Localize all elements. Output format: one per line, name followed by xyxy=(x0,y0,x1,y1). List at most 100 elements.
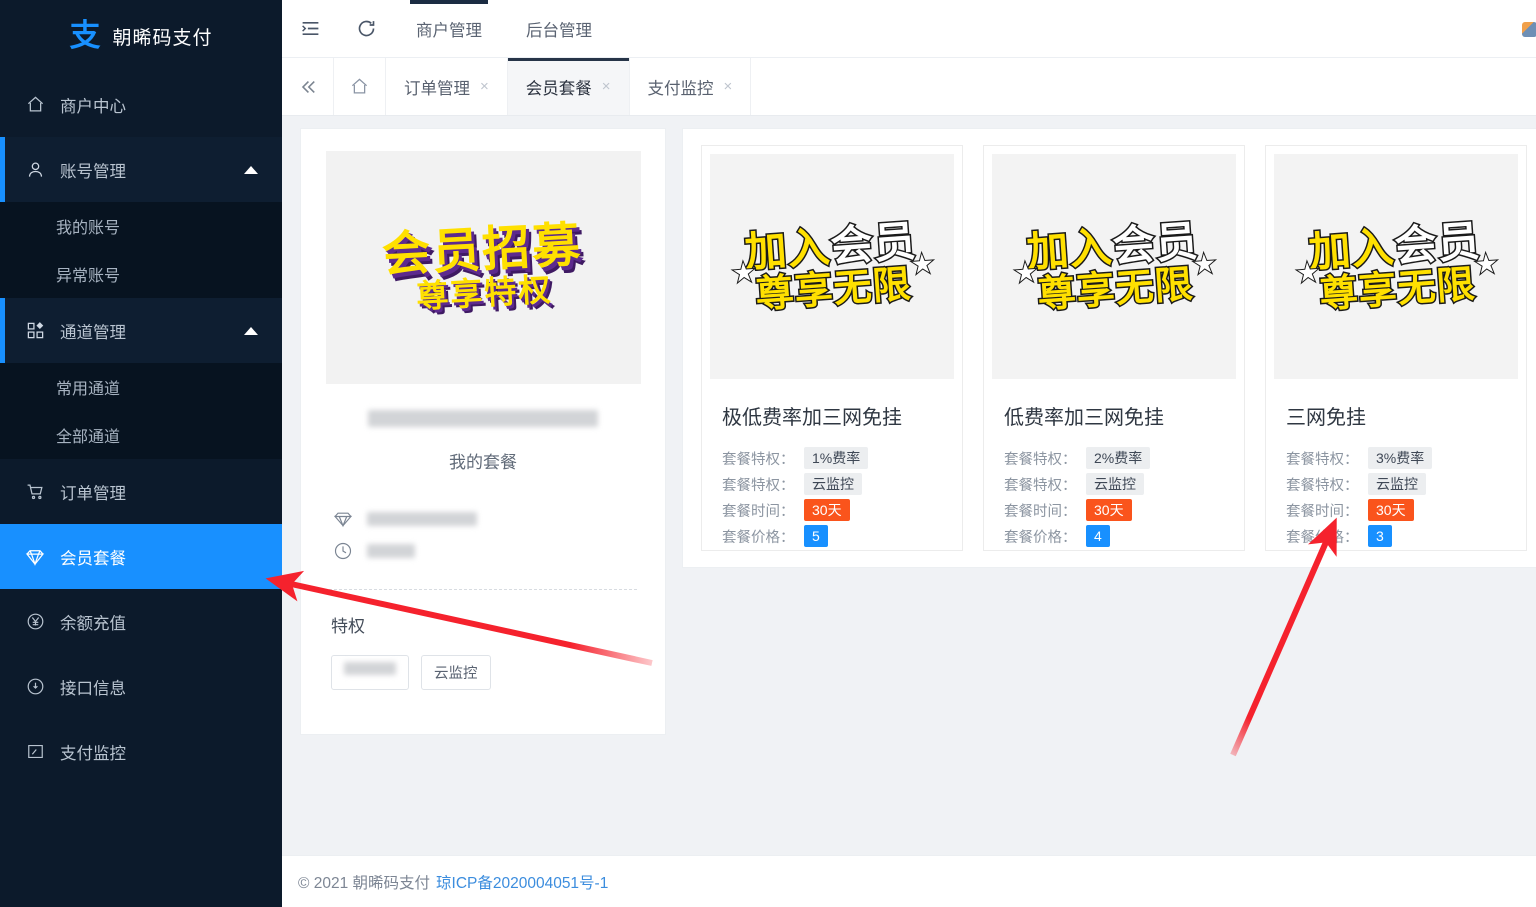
topnav-label: 后台管理 xyxy=(526,21,592,40)
row-label: 套餐时间： xyxy=(1286,503,1359,520)
banner-line-2: 尊享无限 xyxy=(1035,260,1197,318)
brand-name: 朝晞码支付 xyxy=(112,27,213,49)
tabbar-home-icon[interactable] xyxy=(334,58,386,115)
sidebar-group-account[interactable]: 账号管理 xyxy=(0,137,282,202)
diamond-icon xyxy=(22,546,48,568)
sidebar-group-channel[interactable]: 通道管理 xyxy=(0,298,282,363)
package-card[interactable]: ★ ★ 加入会员 尊享无限 低费率加三网免挂 套餐特权： 2%费率 套餐特权： … xyxy=(983,145,1245,551)
sidebar-group-label: 账号管理 xyxy=(60,162,126,181)
my-plan-banner-image: 会员招募 尊享特权 xyxy=(325,151,641,384)
row-label: 套餐特权： xyxy=(1286,477,1359,494)
row-label: 套餐价格： xyxy=(722,529,795,546)
sidebar-subitem-label: 我的账号 xyxy=(56,220,121,237)
package-detail-rows: 套餐特权： 3%费率 套餐特权： 云监控 套餐时间： 30天 套餐价格： 3 xyxy=(1286,446,1526,548)
row-label: 套餐价格： xyxy=(1286,529,1359,546)
footer-icp-link[interactable]: 琼ICP备2020004051号-1 xyxy=(436,871,608,893)
avatar[interactable] xyxy=(1522,21,1536,37)
banner-line-2: 尊享无限 xyxy=(753,260,915,318)
star-icon: ★ xyxy=(909,246,936,280)
monitor-icon xyxy=(22,741,48,763)
package-row-privilege-1: 套餐特权： 2%费率 xyxy=(1004,446,1244,470)
sidebar-item-member-package[interactable]: 会员套餐 xyxy=(0,524,282,589)
duration-chip: 30天 xyxy=(1086,498,1132,522)
brand[interactable]: 支 朝晞码支付 xyxy=(0,0,282,72)
sidebar-item-api-info[interactable]: 接口信息 xyxy=(0,654,282,719)
top-bar: 商户管理 后台管理 xyxy=(282,0,1536,58)
row-label: 套餐时间： xyxy=(1004,503,1077,520)
package-card[interactable]: ★ ★ 加入会员 尊享无限 极低费率加三网免挂 套餐特权： 1%费率 套餐特权：… xyxy=(701,145,963,551)
sidebar-subitem-all-channel[interactable]: 全部通道 xyxy=(0,411,282,459)
footer-copyright: © 2021 朝晞码支付 xyxy=(298,874,431,892)
row-label: 套餐特权： xyxy=(722,477,795,494)
user-icon xyxy=(22,159,48,181)
sidebar-submenu-channel: 常用通道 全部通道 xyxy=(0,363,282,459)
cart-icon xyxy=(22,481,48,503)
home-icon xyxy=(22,94,48,116)
close-icon[interactable]: × xyxy=(480,79,489,94)
menu-fold-icon[interactable] xyxy=(282,0,338,58)
my-plan-card: 会员招募 尊享特权 我的套餐 特权 云监控 xyxy=(300,128,666,735)
my-plan-row-expiry xyxy=(333,535,665,567)
tab-member-package[interactable]: 会员套餐 × xyxy=(507,58,630,115)
privilege-tag-list: 云监控 xyxy=(331,655,665,690)
diamond-icon xyxy=(333,509,353,529)
info-icon xyxy=(22,676,48,698)
account-name-redacted xyxy=(301,410,665,432)
topnav-item-admin[interactable]: 后台管理 xyxy=(504,0,614,58)
price-chip: 4 xyxy=(1086,524,1110,548)
star-icon: ★ xyxy=(730,255,757,289)
row-label: 套餐特权： xyxy=(1286,451,1359,468)
close-icon[interactable]: × xyxy=(724,79,733,94)
row-label: 套餐特权： xyxy=(722,451,795,468)
package-row-price: 套餐价格： 5 xyxy=(722,524,962,548)
refresh-icon[interactable] xyxy=(338,0,394,58)
close-icon[interactable]: × xyxy=(602,79,611,94)
grid-icon xyxy=(22,320,48,342)
topnav-item-merchant[interactable]: 商户管理 xyxy=(394,0,504,58)
sidebar-subitem-abnormal-account[interactable]: 异常账号 xyxy=(0,250,282,298)
package-banner-image: ★ ★ 加入会员 尊享无限 xyxy=(710,154,954,379)
tab-payment-monitor[interactable]: 支付监控 × xyxy=(629,58,752,115)
package-title: 三网免挂 xyxy=(1286,407,1366,429)
star-icon: ★ xyxy=(1294,255,1321,289)
sidebar-item-payment-monitor[interactable]: 支付监控 xyxy=(0,719,282,784)
package-row-privilege-2: 套餐特权： 云监控 xyxy=(1004,472,1244,496)
package-row-price: 套餐价格： 3 xyxy=(1286,524,1526,548)
privilege-section-title: 特权 xyxy=(331,617,365,636)
divider xyxy=(329,589,637,590)
privilege-chip: 云监控 xyxy=(1368,472,1426,496)
double-chevron-left-icon[interactable] xyxy=(282,58,334,115)
row-label: 套餐时间： xyxy=(722,503,795,520)
tab-order-management[interactable]: 订单管理 × xyxy=(386,58,508,115)
package-card[interactable]: ★ ★ 加入会员 尊享无限 三网免挂 套餐特权： 3%费率 套餐特权： 云监控 … xyxy=(1265,145,1527,551)
banner-line-1: 会员招募 xyxy=(380,216,584,283)
main-area: 商户管理 后台管理 订单管理 × 会员套餐 × 支付监控 × 会员招募 尊享特权… xyxy=(282,0,1536,907)
sidebar-subitem-common-channel[interactable]: 常用通道 xyxy=(0,363,282,411)
sidebar-item-label: 订单管理 xyxy=(60,484,126,503)
sidebar-item-balance-recharge[interactable]: 余额充值 xyxy=(0,589,282,654)
tab-bar: 订单管理 × 会员套餐 × 支付监控 × xyxy=(282,58,1536,116)
privilege-tag-cloud-monitor[interactable]: 云监控 xyxy=(421,655,491,690)
banner-line-2: 尊享无限 xyxy=(1317,260,1479,318)
clock-icon xyxy=(333,541,353,561)
package-banner-image: ★ ★ 加入会员 尊享无限 xyxy=(992,154,1236,379)
row-label: 套餐价格： xyxy=(1004,529,1077,546)
package-detail-rows: 套餐特权： 1%费率 套餐特权： 云监控 套餐时间： 30天 套餐价格： 5 xyxy=(722,446,962,548)
package-row-duration: 套餐时间： 30天 xyxy=(1286,498,1526,522)
sidebar-submenu-account: 我的账号 异常账号 xyxy=(0,202,282,298)
my-plan-title: 我的套餐 xyxy=(449,453,517,472)
sidebar-item-label: 会员套餐 xyxy=(60,549,126,568)
my-plan-expiry-value-redacted xyxy=(367,544,415,558)
privilege-chip: 2%费率 xyxy=(1086,446,1151,470)
privilege-tag-redacted[interactable] xyxy=(331,655,409,690)
package-detail-rows: 套餐特权： 2%费率 套餐特权： 云监控 套餐时间： 30天 套餐价格： 4 xyxy=(1004,446,1244,548)
sidebar-item-order-management[interactable]: 订单管理 xyxy=(0,459,282,524)
sidebar-subitem-my-account[interactable]: 我的账号 xyxy=(0,202,282,250)
duration-chip: 30天 xyxy=(1368,498,1414,522)
privilege-chip: 云监控 xyxy=(804,472,862,496)
sidebar-item-merchant-center[interactable]: 商户中心 xyxy=(0,72,282,137)
star-icon: ★ xyxy=(1012,255,1039,289)
package-row-privilege-2: 套餐特权： 云监控 xyxy=(722,472,962,496)
tab-label: 订单管理 xyxy=(404,79,470,98)
privilege-chip: 云监控 xyxy=(1086,472,1144,496)
